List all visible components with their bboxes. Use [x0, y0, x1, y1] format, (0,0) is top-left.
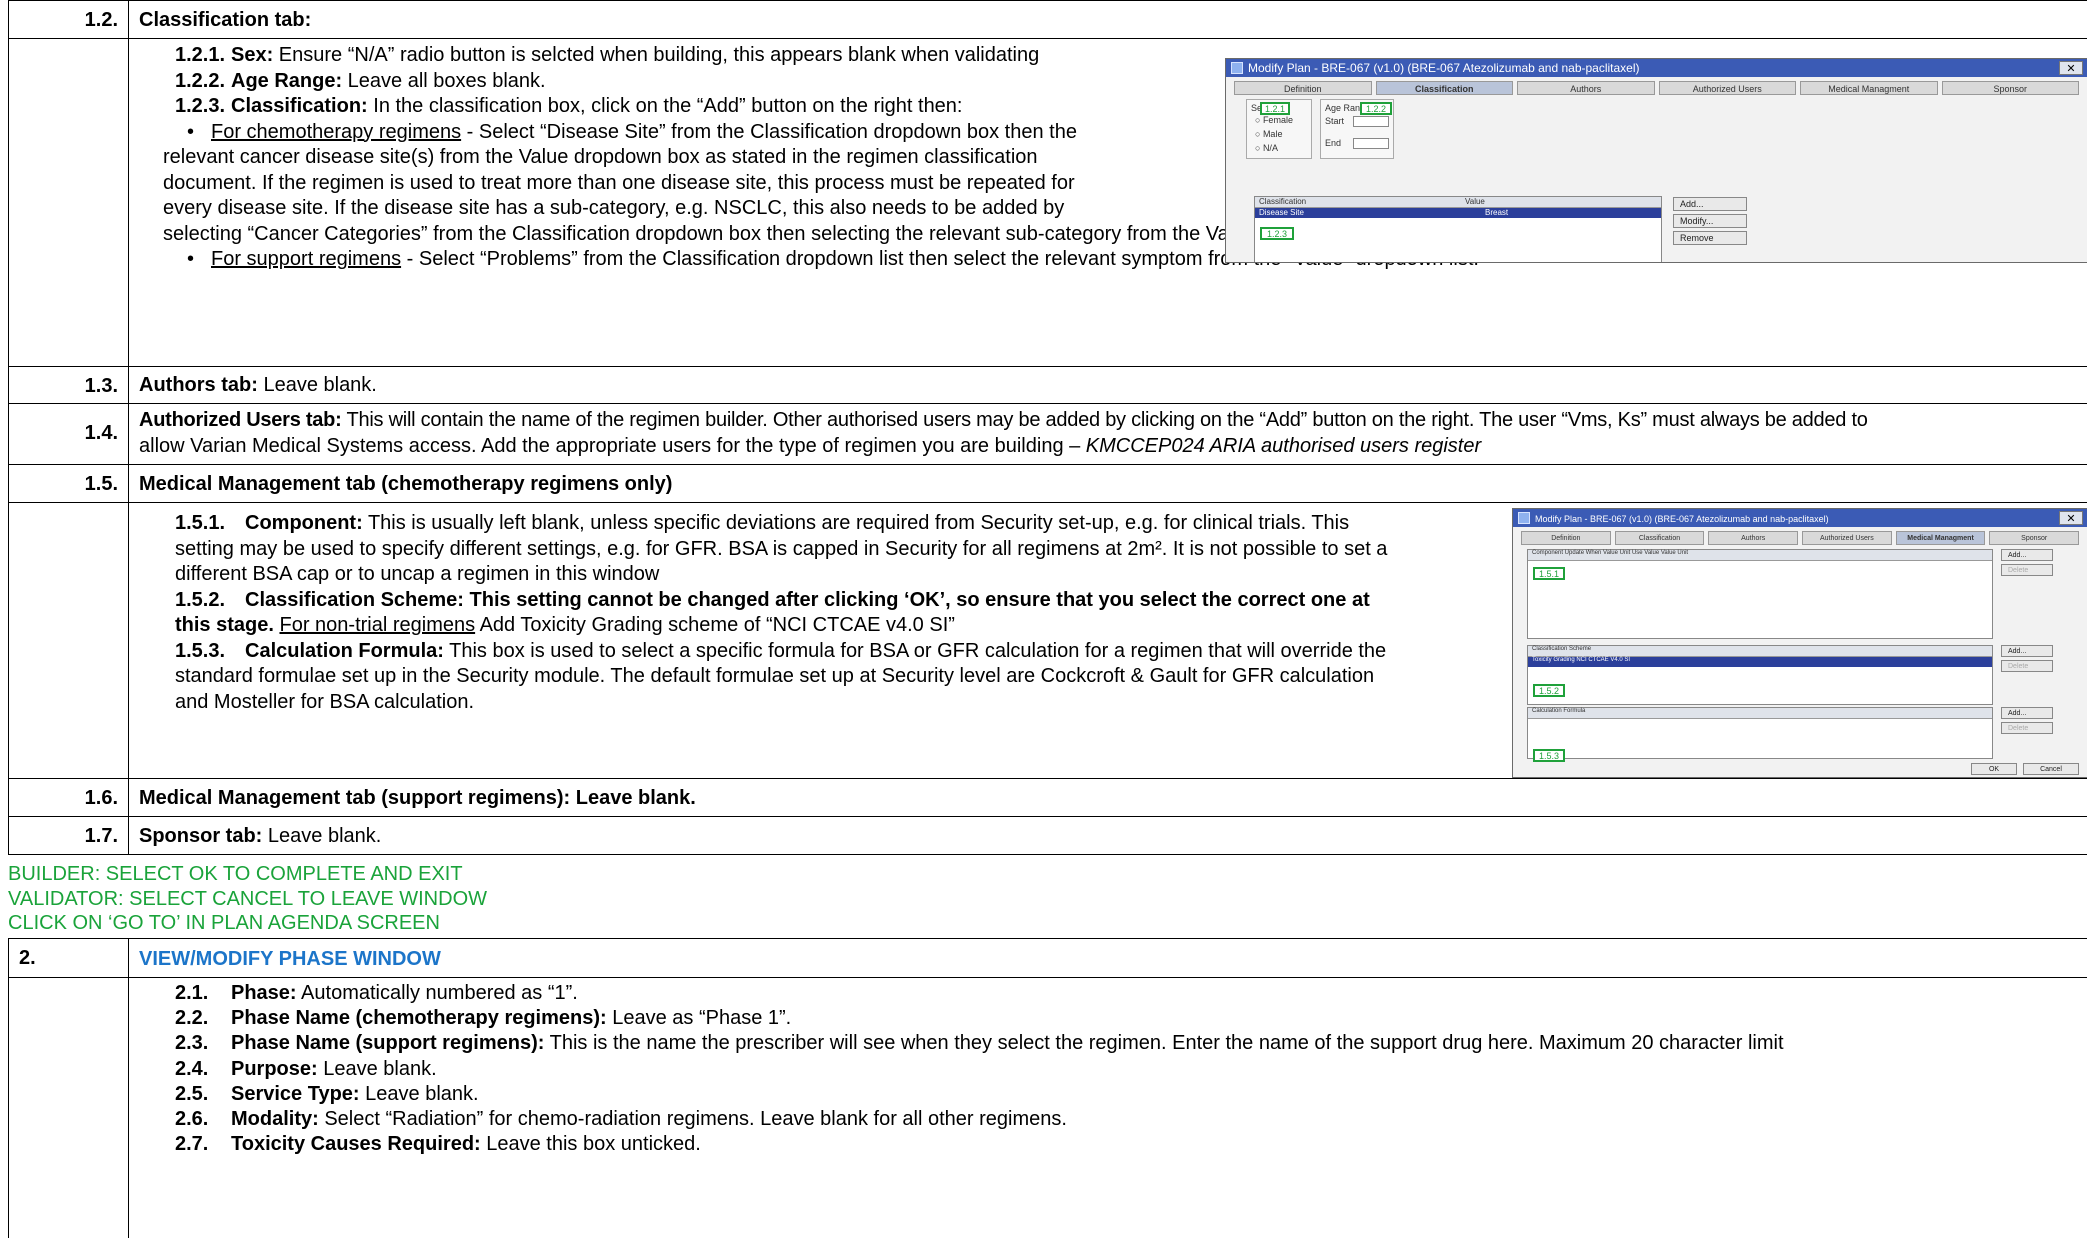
cancel-button: Cancel	[2023, 763, 2079, 775]
add-button: Add...	[2001, 549, 2053, 561]
tab-sponsor: Sponsor	[1941, 81, 2079, 95]
callout-1-5-1: 1.5.1	[1533, 567, 1565, 580]
medical-management-screenshot: Modify Plan - BRE-067 (v1.0) (BRE-067 At…	[1512, 508, 2087, 778]
tab-authors: Authors	[1708, 531, 1799, 545]
add-button: Add...	[2001, 707, 2053, 719]
builder-validator-notes: BUILDER: SELECT OK TO COMPLETE AND EXIT …	[8, 854, 2087, 938]
close-icon: ✕	[2059, 61, 2083, 75]
section-number: 1.7.	[84, 825, 118, 847]
section-number: 1.5.	[84, 473, 118, 495]
tab-authorized-users: Authorized Users	[1802, 531, 1892, 545]
tab-authorized-users: Authorized Users	[1658, 81, 1796, 95]
tab-classification: Classification	[1375, 81, 1513, 95]
section-1-5-header-row: 1.5. Medical Management tab (chemotherap…	[8, 464, 2087, 502]
phase-name-chemo-item: 2.2. Phase Name (chemotherapy regimens): …	[175, 1007, 792, 1030]
note-builder: BUILDER: SELECT OK TO COMPLETE AND EXIT	[8, 863, 463, 885]
section-1-3-row: 1.3. Authors tab: Leave blank.	[8, 366, 2087, 403]
add-button: Add...	[2001, 645, 2053, 657]
callout-1-2-3: 1.2.3	[1260, 227, 1294, 240]
remove-button: Remove	[1673, 231, 1747, 245]
classification-grid: Classification Value Disease Site Breast	[1254, 196, 1662, 262]
section-number: 1.6.	[84, 787, 118, 809]
callout-1-2-2: 1.2.2	[1360, 102, 1392, 115]
window-icon	[1231, 62, 1243, 74]
section-number: 1.3.	[84, 375, 118, 397]
modality-item: 2.6. Modality: Select “Radiation” for che…	[175, 1108, 1067, 1131]
delete-button: Delete	[2001, 722, 2053, 734]
window-tabs: Definition Classification Authors Author…	[1234, 81, 2079, 95]
tab-sponsor: Sponsor	[1989, 531, 2080, 545]
classification-scheme-grid: Classification Scheme Toxicity Grading N…	[1527, 645, 1993, 705]
section-2-body-row: 2.1. Phase: Automatically numbered as “1”…	[8, 977, 2087, 1238]
section-1-2-body-row: 1.2.1. Sex: Ensure “N/A” radio button is …	[8, 38, 2087, 366]
callout-1-2-1: 1.2.1	[1260, 102, 1290, 115]
delete-button: Delete	[2001, 660, 2053, 672]
purpose-item: 2.4. Purpose: Leave blank.	[175, 1057, 437, 1080]
component-grid: Component Update When Value Unit Use Val…	[1527, 549, 1993, 639]
section-1-2-header-row: 1.2. Classification tab:	[8, 0, 2087, 38]
document-page: 1.2. Classification tab: 1.2.1. Sex: Ensu…	[8, 0, 2087, 1238]
tab-definition: Definition	[1234, 81, 1372, 95]
tab-classification: Classification	[1614, 531, 1705, 545]
window-titlebar: Modify Plan - BRE-067 (v1.0) (BRE-067 At…	[1513, 509, 2087, 527]
section-1-5-body-row: 1.5.1. Component: This is usually left bl…	[8, 502, 2087, 778]
classification-tab-screenshot: Modify Plan - BRE-067 (v1.0) (BRE-067 At…	[1225, 58, 2087, 263]
note-validator: VALIDATOR: SELECT CANCEL TO LEAVE WINDOW	[8, 887, 488, 910]
ok-button: OK	[1971, 763, 2017, 775]
section-1-7-row: 1.7. Sponsor tab: Leave blank.	[8, 816, 2087, 854]
phase-name-support-item: 2.3. Phase Name (support regimens): This …	[175, 1032, 1784, 1055]
tab-definition: Definition	[1521, 531, 1611, 545]
callout-1-5-2: 1.5.2	[1533, 684, 1565, 697]
tab-medical-management: Medical Managment	[1800, 81, 1938, 95]
phase-item: 2.1. Phase: Automatically numbered as “1”…	[175, 982, 578, 1004]
service-type-item: 2.5. Service Type: Leave blank.	[175, 1082, 479, 1105]
section-title: Classification tab:	[139, 9, 312, 31]
add-button: Add...	[1673, 197, 1747, 211]
section-number: 1.4.	[84, 422, 118, 444]
window-titlebar: Modify Plan - BRE-067 (v1.0) (BRE-067 At…	[1226, 59, 2087, 77]
section-number: 2.	[19, 947, 36, 969]
window-tabs: Definition Classification Authors Author…	[1521, 531, 2080, 545]
tab-authors: Authors	[1517, 81, 1655, 95]
note-goto: CLICK ON ‘GO TO’ IN PLAN AGENDA SCREEN	[8, 912, 440, 934]
section-1-4-row: 1.4. Authorized Users tab: This will con…	[8, 403, 2087, 464]
section-2-header-row: 2. VIEW/MODIFY PHASE WINDOW	[8, 938, 2087, 977]
tab-medical-management: Medical Managment	[1895, 531, 1986, 545]
section-2-title: VIEW/MODIFY PHASE WINDOW	[139, 948, 441, 970]
modify-button: Modify...	[1673, 214, 1747, 228]
section-number: 1.2.	[84, 9, 118, 31]
window-icon	[1518, 512, 1530, 524]
callout-1-5-3: 1.5.3	[1533, 749, 1565, 762]
delete-button: Delete	[2001, 564, 2053, 576]
section-1-6-row: 1.6. Medical Management tab (support reg…	[8, 778, 2087, 816]
close-icon: ✕	[2059, 511, 2083, 525]
toxicity-causes-item: 2.7. Toxicity Causes Required: Leave this…	[175, 1133, 701, 1156]
calculation-grid: Calculation Formula	[1527, 707, 1993, 759]
